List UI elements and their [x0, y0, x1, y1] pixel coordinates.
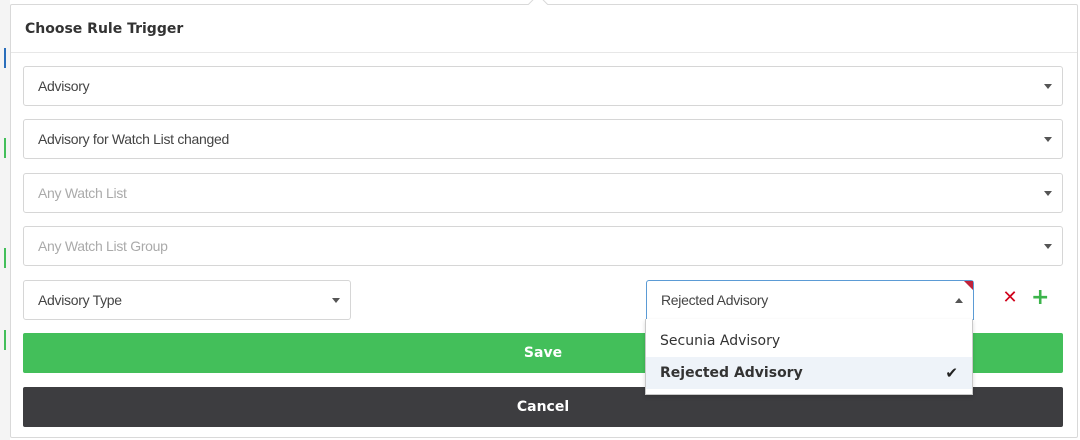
- background-accent: [4, 48, 6, 68]
- condition-field-value: Advisory Type: [38, 292, 122, 308]
- chevron-down-icon: [332, 298, 340, 303]
- condition-value-dropdown: Secunia Advisory Rejected Advisory ✔: [645, 319, 973, 395]
- background-edge: [0, 0, 10, 440]
- condition-field-select[interactable]: Advisory Type: [23, 280, 351, 320]
- watch-list-group-placeholder: Any Watch List Group: [38, 238, 168, 254]
- condition-row-actions: ✕ +: [1001, 287, 1049, 309]
- trigger-category-value: Advisory: [38, 78, 90, 94]
- trigger-event-select[interactable]: Advisory for Watch List changed: [23, 119, 1063, 159]
- dropdown-option-rejected-advisory[interactable]: Rejected Advisory ✔: [646, 357, 972, 389]
- background-accent: [4, 138, 6, 158]
- background-accent: [4, 330, 6, 350]
- chevron-down-icon: [1044, 191, 1052, 196]
- checkmark-icon: ✔: [945, 364, 958, 382]
- background-accent: [4, 248, 6, 268]
- chevron-down-icon: [1044, 84, 1052, 89]
- condition-value-text: Rejected Advisory: [661, 292, 768, 308]
- condition-value-select[interactable]: Rejected Advisory: [646, 280, 974, 320]
- watch-list-placeholder: Any Watch List: [38, 185, 127, 201]
- dialog-title: Choose Rule Trigger: [11, 5, 1077, 53]
- trigger-category-select[interactable]: Advisory: [23, 66, 1063, 106]
- watch-list-group-select[interactable]: Any Watch List Group: [23, 226, 1063, 266]
- chevron-up-icon: [955, 298, 963, 303]
- required-flag-icon: [964, 281, 973, 290]
- trigger-event-value: Advisory for Watch List changed: [38, 131, 229, 147]
- close-icon[interactable]: ✕: [1001, 288, 1019, 308]
- plus-icon[interactable]: +: [1031, 287, 1049, 309]
- dropdown-option-secunia-advisory[interactable]: Secunia Advisory: [646, 325, 972, 357]
- chevron-down-icon: [1044, 137, 1052, 142]
- option-label: Secunia Advisory: [660, 333, 781, 349]
- watch-list-select[interactable]: Any Watch List: [23, 173, 1063, 213]
- option-label: Rejected Advisory: [660, 365, 803, 381]
- chevron-down-icon: [1044, 244, 1052, 249]
